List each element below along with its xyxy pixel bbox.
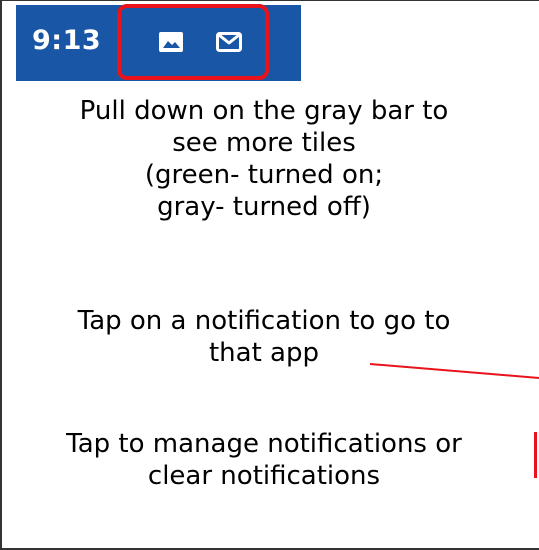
pointer-marker <box>534 432 537 478</box>
pointer-line <box>369 363 539 379</box>
